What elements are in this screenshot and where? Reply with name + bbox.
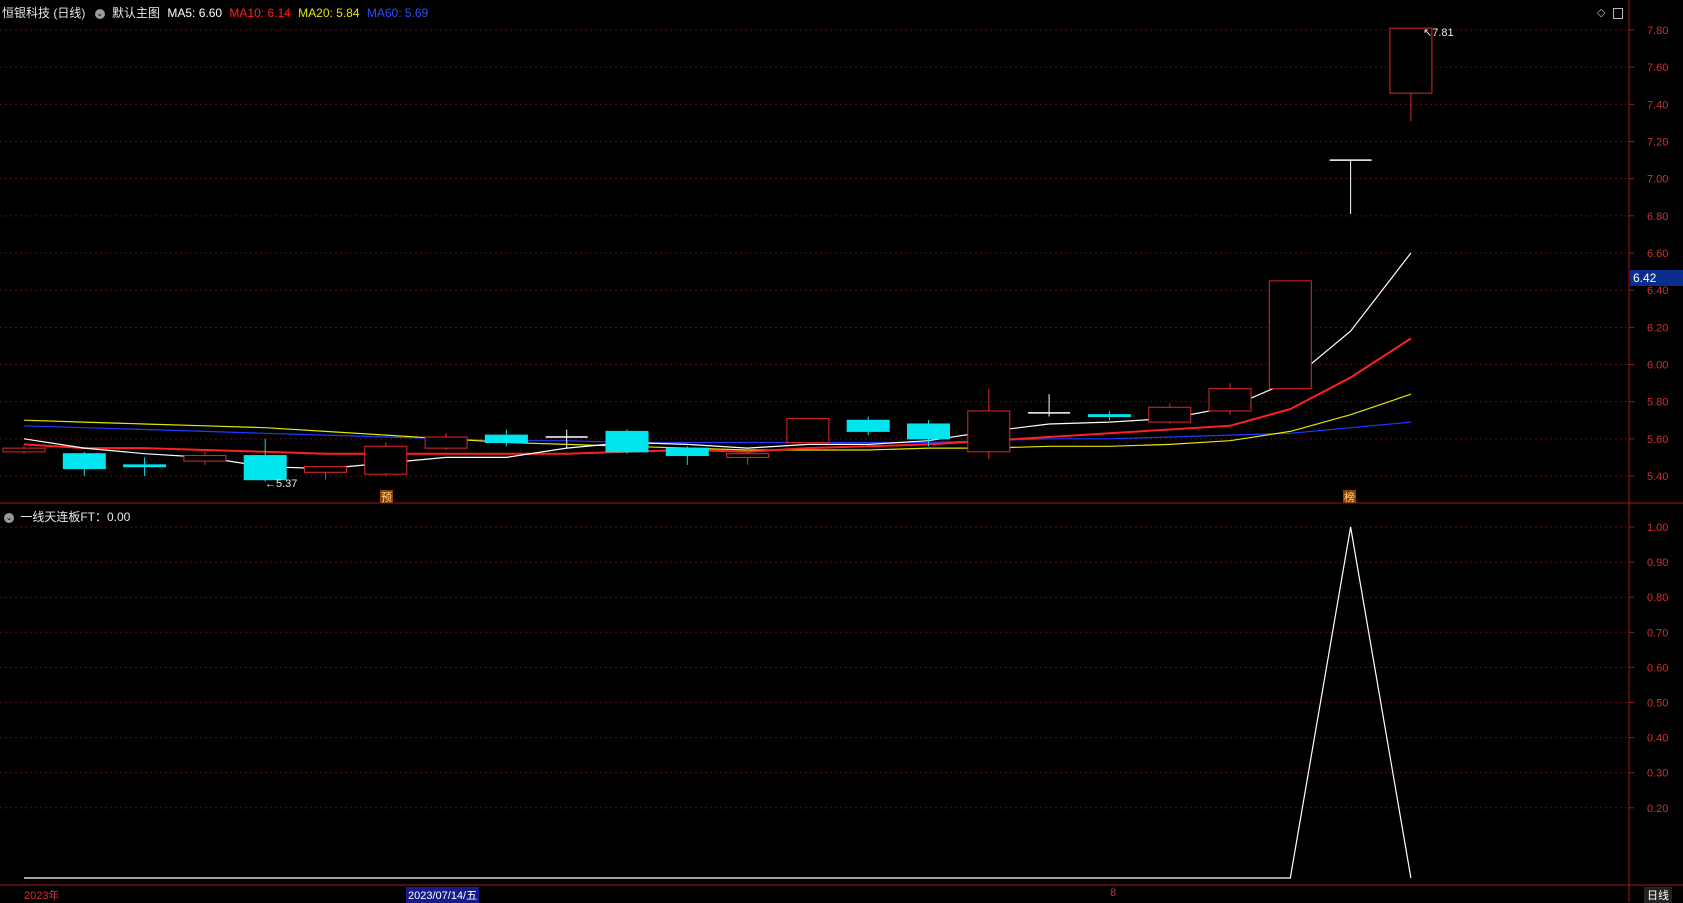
- price-tick-label: 5.60: [1647, 434, 1668, 446]
- price-tick-label: 7.40: [1647, 99, 1668, 111]
- ma10-legend: MA10: 6.14: [229, 6, 291, 20]
- indicator-line: [24, 526, 1412, 879]
- candle-body: [605, 430, 649, 453]
- indicator-axis: 1.00 0.90 0.80 0.70 0.60 0.50 0.40 0.30 0.20: [1629, 522, 1668, 815]
- price-tick-label: 7.20: [1647, 137, 1668, 149]
- price-tick-label: 6.60: [1647, 248, 1668, 260]
- indicator-series: [24, 526, 1412, 879]
- candle-body: [726, 453, 770, 458]
- current-price-tag-text: 6.42: [1633, 271, 1657, 285]
- indicator-label[interactable]: 一线天连板FT：0.00: [20, 510, 130, 524]
- stock-title[interactable]: 恒银科技 (日线): [2, 6, 85, 20]
- price-tick-label: 6.20: [1647, 322, 1668, 334]
- price-tick-label: 6.00: [1647, 360, 1668, 372]
- indicator-tick-label: 0.60: [1647, 662, 1668, 674]
- x-axis-date-cursor: 2023/07/14/五: [406, 887, 480, 903]
- marker-bang[interactable]: 榜: [1344, 490, 1355, 504]
- candle-body: [123, 464, 167, 468]
- ma20-line: [23, 393, 1412, 451]
- main-chart-label[interactable]: 默认主图: [112, 6, 160, 20]
- chart-header: 恒银科技 (日线) ⌄ 默认主图 MA5: 6.60 MA10: 6.14 MA…: [2, 4, 432, 21]
- price-tick-label: 5.40: [1647, 471, 1668, 483]
- ma5-legend: MA5: 6.60: [167, 6, 223, 20]
- indicator-tick-label: 1.00: [1647, 522, 1668, 534]
- indicator-tick-label: 0.80: [1647, 592, 1668, 604]
- candle-body: [665, 447, 709, 457]
- moving-average-lines: [23, 252, 1412, 470]
- indicator-header: ⌄ 一线天连板FT：0.00: [2, 508, 130, 525]
- candle-body: [364, 445, 408, 475]
- price-tick-label: 7.00: [1647, 174, 1668, 186]
- high-annotation: ↖7.81: [1423, 27, 1454, 39]
- candle-body: [907, 423, 950, 440]
- kline-chart[interactable]: 7.80 7.60 7.40 7.20 7.00 6.80 6.60 6.40 6.20 6.00…: [0, 0, 1683, 902]
- ma60-legend: MA60: 5.69: [366, 6, 429, 20]
- indicator-tick-label: 0.90: [1647, 557, 1668, 569]
- diamond-icon[interactable]: ◇: [1597, 6, 1605, 19]
- indicator-dropdown-icon[interactable]: ⌄: [4, 512, 14, 523]
- candle-body: [424, 436, 468, 449]
- price-axis: 7.80 7.60 7.40 7.20 7.00 6.80 6.60 6.40 6.20 6.00…: [1629, 25, 1668, 483]
- window-toggle-icon[interactable]: [1613, 8, 1623, 19]
- candle-body: [1148, 406, 1192, 423]
- price-tick-label: 7.60: [1647, 62, 1668, 74]
- candle-body: [1208, 388, 1252, 412]
- marker-yu[interactable]: 预: [381, 491, 392, 504]
- price-tick-label: 6.80: [1647, 211, 1668, 223]
- candle-body: [484, 434, 528, 444]
- candle-body: [967, 410, 1011, 453]
- candle-body: [786, 417, 830, 444]
- price-tick-label: 7.80: [1647, 25, 1668, 37]
- candle-body: [846, 419, 890, 432]
- price-tick-label: 6.40: [1647, 285, 1668, 297]
- candle-body: [1087, 414, 1131, 418]
- candle-body: [243, 455, 287, 481]
- indicator-tick-label: 0.40: [1647, 733, 1668, 745]
- indicator-tick-label: 0.20: [1647, 803, 1668, 815]
- indicator-tick-label: 0.30: [1647, 768, 1668, 780]
- ma20-legend: MA20: 5.84: [298, 6, 360, 20]
- indicator-tick-label: 0.50: [1647, 698, 1668, 710]
- indicator-tick-label: 0.70: [1647, 627, 1668, 639]
- candle-body: [1268, 280, 1312, 390]
- candle-body: [62, 453, 106, 470]
- candle-body: [2, 447, 46, 453]
- candle-body: [183, 455, 227, 462]
- candlesticks: [2, 27, 1433, 482]
- price-tick-label: 5.80: [1647, 397, 1668, 409]
- candle-body: [304, 466, 347, 473]
- low-annotation: ←5.37: [265, 478, 297, 490]
- x-axis-month: 8: [1110, 887, 1117, 899]
- period-label[interactable]: 日线: [1644, 887, 1672, 903]
- x-axis-year: 2023年: [24, 890, 60, 902]
- ma60-line: [23, 421, 1411, 444]
- dropdown-icon[interactable]: ⌄: [94, 8, 105, 19]
